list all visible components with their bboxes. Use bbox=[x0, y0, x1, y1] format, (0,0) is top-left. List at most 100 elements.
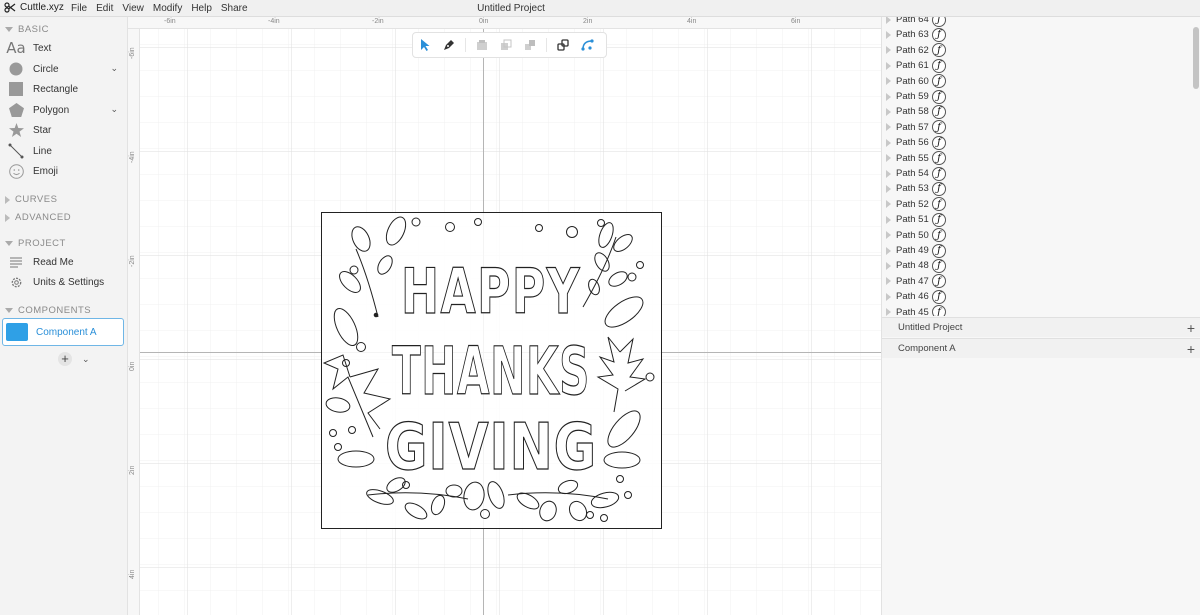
section-components[interactable]: COMPONENTS bbox=[5, 305, 91, 316]
chevron-down-icon[interactable]: ⌄ bbox=[110, 63, 118, 74]
expand-triangle-icon[interactable] bbox=[886, 92, 891, 101]
expand-triangle-icon[interactable] bbox=[886, 184, 891, 193]
path-label: Path 61 bbox=[896, 60, 929, 72]
path-row[interactable]: Path 60 ƒ bbox=[886, 74, 946, 89]
expand-triangle-icon[interactable] bbox=[886, 123, 891, 132]
paths-scrollbar[interactable] bbox=[1193, 27, 1199, 89]
path-function-icon[interactable]: ƒ bbox=[932, 89, 946, 104]
path-row[interactable]: Path 64 ƒ bbox=[886, 17, 946, 27]
expand-triangle-icon[interactable] bbox=[886, 215, 891, 224]
expand-triangle-icon[interactable] bbox=[886, 200, 891, 209]
path-row[interactable]: Path 63 ƒ bbox=[886, 27, 946, 42]
group-untitled-project[interactable]: Untitled Project + bbox=[882, 317, 1200, 337]
section-basic[interactable]: BASIC bbox=[5, 24, 49, 35]
path-label: Path 64 bbox=[896, 17, 929, 25]
path-row[interactable]: Path 53 ƒ bbox=[886, 181, 946, 196]
expand-triangle-icon[interactable] bbox=[886, 61, 891, 70]
link-icon[interactable] bbox=[551, 33, 575, 57]
tool-emoji[interactable]: Emoji bbox=[6, 161, 122, 181]
path-row[interactable]: Path 48 ƒ bbox=[886, 258, 946, 273]
path-function-icon[interactable]: ƒ bbox=[932, 243, 946, 258]
expand-triangle-icon[interactable] bbox=[886, 46, 891, 55]
path-function-icon[interactable]: ƒ bbox=[932, 258, 946, 273]
expand-triangle-icon[interactable] bbox=[886, 292, 891, 301]
path-row[interactable]: Path 55 ƒ bbox=[886, 151, 946, 166]
path-function-icon[interactable]: ƒ bbox=[932, 135, 946, 150]
project-units-settings[interactable]: Units & Settings bbox=[6, 272, 122, 292]
transform-icon[interactable] bbox=[575, 33, 599, 57]
path-row[interactable]: Path 50 ƒ bbox=[886, 228, 946, 243]
path-function-icon[interactable]: ƒ bbox=[932, 181, 946, 196]
expand-triangle-icon[interactable] bbox=[886, 308, 891, 316]
path-function-icon[interactable]: ƒ bbox=[932, 104, 946, 119]
expand-triangle-icon[interactable] bbox=[886, 107, 891, 116]
tool-circle[interactable]: Circle ⌄ bbox=[6, 59, 122, 79]
path-row[interactable]: Path 62 ƒ bbox=[886, 43, 946, 58]
ungroup-icon[interactable] bbox=[494, 33, 518, 57]
add-to-group-button[interactable]: + bbox=[1187, 341, 1195, 357]
tool-text[interactable]: Aa Text bbox=[6, 38, 122, 58]
path-function-icon[interactable]: ƒ bbox=[932, 17, 946, 27]
component-a-item[interactable]: Component A bbox=[2, 318, 124, 346]
layers-icon[interactable] bbox=[518, 33, 542, 57]
chevron-down-icon[interactable]: ⌄ bbox=[110, 104, 118, 115]
group-component-a[interactable]: Component A + bbox=[882, 338, 1200, 358]
design-canvas[interactable]: HAPPY THANKS GIVING -6in -4in -2in 0in 2… bbox=[128, 17, 881, 615]
expand-triangle-icon[interactable] bbox=[886, 231, 891, 240]
expand-triangle-icon[interactable] bbox=[886, 30, 891, 39]
path-function-icon[interactable]: ƒ bbox=[932, 27, 946, 42]
tool-star[interactable]: Star bbox=[6, 120, 122, 140]
path-function-icon[interactable]: ƒ bbox=[932, 289, 946, 304]
path-row[interactable]: Path 46 ƒ bbox=[886, 289, 946, 304]
path-function-icon[interactable]: ƒ bbox=[932, 166, 946, 181]
pen-icon[interactable] bbox=[437, 33, 461, 57]
tool-rectangle-label: Rectangle bbox=[33, 83, 79, 95]
expand-triangle-icon[interactable] bbox=[886, 17, 891, 24]
expand-triangle-icon[interactable] bbox=[886, 154, 891, 163]
project-read-me[interactable]: Read Me bbox=[6, 252, 122, 272]
path-row[interactable]: Path 45 ƒ bbox=[886, 305, 946, 316]
select-arrow-icon[interactable] bbox=[413, 33, 437, 57]
path-function-icon[interactable]: ƒ bbox=[932, 274, 946, 289]
section-project[interactable]: PROJECT bbox=[5, 238, 66, 249]
path-function-icon[interactable]: ƒ bbox=[932, 43, 946, 58]
expand-triangle-icon[interactable] bbox=[886, 277, 891, 286]
path-function-icon[interactable]: ƒ bbox=[932, 58, 946, 73]
path-row[interactable]: Path 49 ƒ bbox=[886, 243, 946, 258]
path-function-icon[interactable]: ƒ bbox=[932, 197, 946, 212]
path-row[interactable]: Path 51 ƒ bbox=[886, 212, 946, 227]
path-function-icon[interactable]: ƒ bbox=[932, 120, 946, 135]
chevron-down-icon[interactable]: ⌄ bbox=[82, 354, 90, 365]
path-row[interactable]: Path 47 ƒ bbox=[886, 274, 946, 289]
tool-polygon[interactable]: Polygon ⌄ bbox=[6, 100, 122, 120]
path-row[interactable]: Path 56 ƒ bbox=[886, 135, 946, 150]
expand-triangle-icon[interactable] bbox=[886, 77, 891, 86]
project-title[interactable]: Untitled Project bbox=[0, 3, 1022, 14]
path-function-icon[interactable]: ƒ bbox=[932, 212, 946, 227]
tool-rectangle[interactable]: Rectangle bbox=[6, 79, 122, 99]
section-curves[interactable]: CURVES bbox=[5, 194, 57, 205]
artwork-word-happy: HAPPY bbox=[401, 255, 581, 328]
path-function-icon[interactable]: ƒ bbox=[932, 151, 946, 166]
path-function-icon[interactable]: ƒ bbox=[932, 228, 946, 243]
add-to-group-button[interactable]: + bbox=[1187, 320, 1195, 336]
ruler-left-label: 4in bbox=[129, 569, 136, 579]
path-row[interactable]: Path 52 ƒ bbox=[886, 197, 946, 212]
tool-line[interactable]: Line bbox=[6, 141, 122, 161]
section-advanced[interactable]: ADVANCED bbox=[5, 212, 71, 223]
path-row[interactable]: Path 54 ƒ bbox=[886, 166, 946, 181]
expand-triangle-icon[interactable] bbox=[886, 246, 891, 255]
path-function-icon[interactable]: ƒ bbox=[932, 74, 946, 89]
section-curves-title: CURVES bbox=[15, 194, 58, 205]
expand-triangle-icon[interactable] bbox=[886, 169, 891, 178]
add-component-button[interactable]: + bbox=[58, 352, 72, 366]
ruler-top-label: -2in bbox=[372, 18, 384, 25]
path-row[interactable]: Path 58 ƒ bbox=[886, 104, 946, 119]
expand-triangle-icon[interactable] bbox=[886, 138, 891, 147]
group-icon[interactable] bbox=[470, 33, 494, 57]
path-row[interactable]: Path 59 ƒ bbox=[886, 89, 946, 104]
path-row[interactable]: Path 57 ƒ bbox=[886, 120, 946, 135]
expand-triangle-icon[interactable] bbox=[886, 261, 891, 270]
path-row[interactable]: Path 61 ƒ bbox=[886, 58, 946, 73]
path-function-icon[interactable]: ƒ bbox=[932, 305, 946, 316]
